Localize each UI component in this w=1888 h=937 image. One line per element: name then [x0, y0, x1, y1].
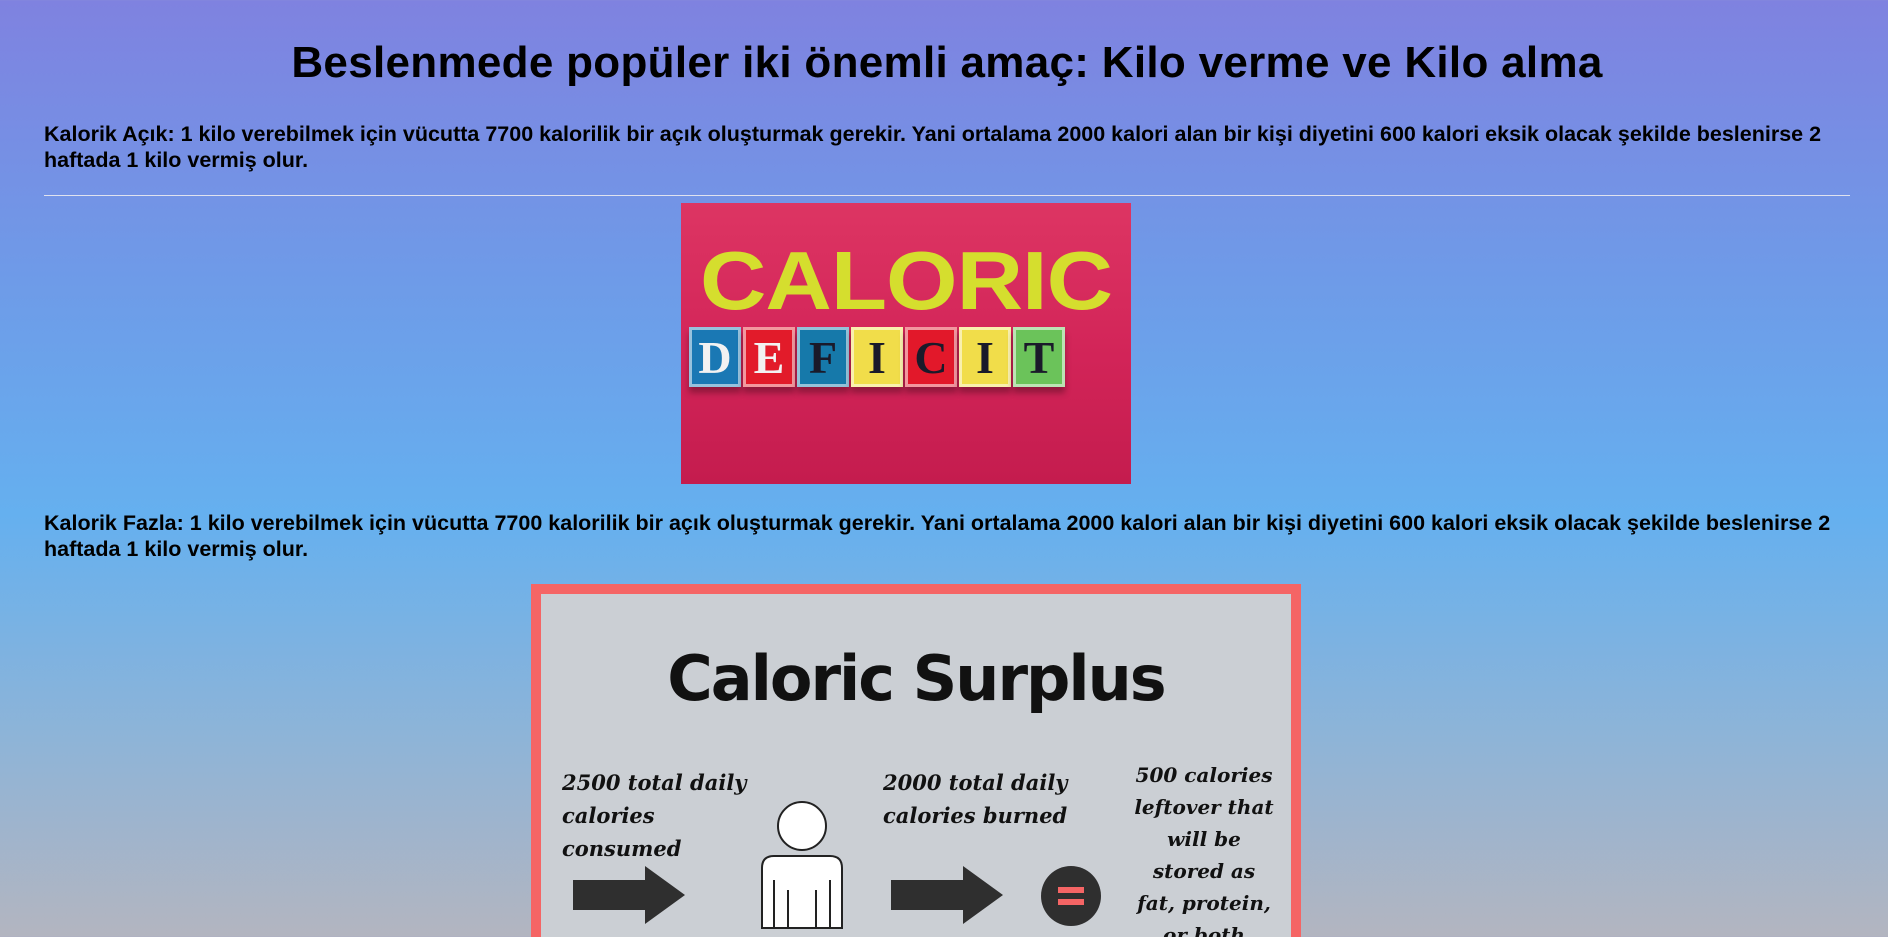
horizontal-divider: [44, 195, 1850, 196]
letter-block: T: [1013, 327, 1065, 387]
arrow-right-icon: [573, 866, 685, 924]
deficit-paragraph: Kalorik Açık: 1 kilo verebilmek için vüc…: [44, 122, 1822, 172]
letter-block: I: [851, 327, 903, 387]
letter-block: D: [689, 327, 741, 387]
arrow-right-icon: [891, 866, 1003, 924]
letter-block: I: [959, 327, 1011, 387]
surplus-infographic: Caloric Surplus 2500 total daily calorie…: [541, 594, 1291, 937]
person-icon: [761, 801, 843, 929]
caloric-surplus-image: Caloric Surplus 2500 total daily calorie…: [531, 584, 1301, 937]
caloric-deficit-image: CALORIC DEFICIT: [681, 203, 1131, 484]
page-title: Beslenmede popüler iki önemli amaç: Kilo…: [291, 38, 1603, 87]
letter-block: E: [743, 327, 795, 387]
surplus-title: Caloric Surplus: [667, 642, 1166, 715]
surplus-paragraph: Kalorik Fazla: 1 kilo verebilmek için vü…: [44, 511, 1831, 561]
equals-icon: [1041, 866, 1101, 926]
leftover-caption: 500 calories leftover that will be store…: [1134, 763, 1274, 937]
letter-block: C: [905, 327, 957, 387]
caloric-word: CALORIC: [699, 235, 1113, 327]
burned-caption: 2000 total daily calories burned: [883, 770, 1068, 828]
consumed-caption: 2500 total daily calories consumed: [562, 770, 747, 861]
letter-block: F: [797, 327, 849, 387]
letter-blocks: DEFICIT: [689, 327, 1125, 389]
